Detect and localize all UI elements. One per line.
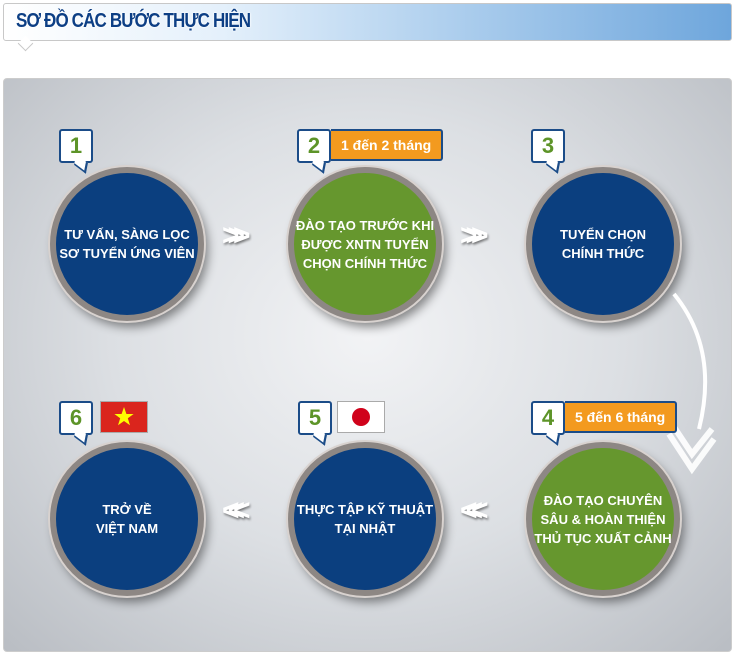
step-2-circle: ĐÀO TẠO TRƯỚC KHI ĐƯỢC XNTN TUYỂN CHỌN C… (288, 167, 442, 321)
step-1-circle: TƯ VẤN, SÀNG LỌC SƠ TUYỂN ỨNG VIÊN (50, 167, 204, 321)
curved-arrow-down-icon (666, 292, 717, 475)
step-3-number: 3 (531, 129, 565, 163)
step-5-circle: THỰC TẬP KỸ THUẬT TẠI NHẬT (288, 442, 442, 596)
chevron-left-icon: <<< (222, 494, 250, 527)
step-4-circle: ĐÀO TẠO CHUYÊN SÂU & HOÀN THIỆN THỦ TỤC … (526, 442, 680, 596)
step-2-duration: 1 đến 2 tháng (331, 129, 444, 161)
header-bar: SƠ ĐỒ CÁC BƯỚC THỰC HIỆN (3, 3, 732, 41)
page-title: SƠ ĐỒ CÁC BƯỚC THỰC HIỆN (16, 10, 251, 32)
step-2-number: 2 (297, 129, 331, 163)
step-6-number: 6 (59, 401, 93, 435)
step-4-number: 4 (531, 401, 565, 435)
japan-flag-icon (337, 401, 385, 433)
step-1-number: 1 (59, 129, 93, 163)
step-5-number: 5 (298, 401, 332, 435)
step-4-duration: 5 đến 6 tháng (565, 401, 678, 433)
step-6-circle: TRỞ VỀ VIỆT NAM (50, 442, 204, 596)
chevron-left-icon: <<< (460, 494, 488, 527)
process-diagram: 1 TƯ VẤN, SÀNG LỌC SƠ TUYỂN ỨNG VIÊN >>>… (3, 78, 732, 652)
chevron-right-icon: >>> (222, 219, 250, 252)
chevron-right-icon: >>> (460, 219, 488, 252)
vietnam-flag-icon (100, 401, 148, 433)
